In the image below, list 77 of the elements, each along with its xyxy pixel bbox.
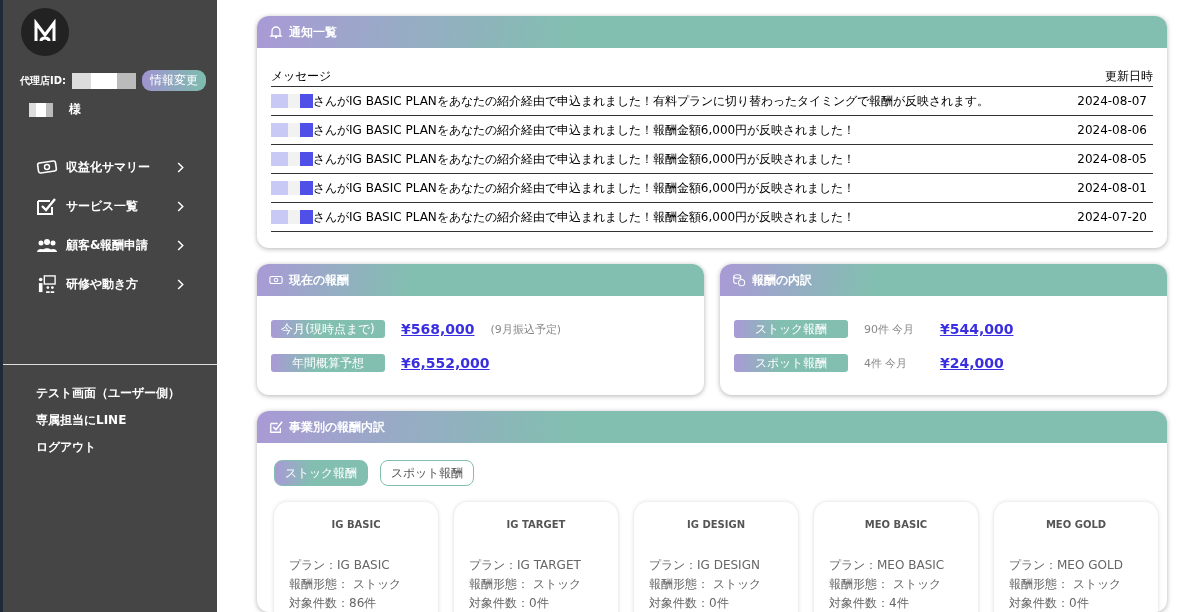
- notice-date: 2024-08-07: [1077, 94, 1147, 108]
- notice-date: 2024-08-05: [1077, 152, 1147, 166]
- card-title: 報酬の内訳: [752, 271, 812, 289]
- people-icon: [36, 236, 58, 254]
- plan-detail: プラン：MEO GOLD: [1009, 557, 1124, 574]
- column-header: メッセージ: [271, 68, 331, 85]
- banknote-icon: [269, 273, 283, 287]
- plan-name: MEO BASIC: [864, 519, 928, 530]
- plan-detail: プラン：IG DESIGN: [649, 557, 761, 574]
- card-title: 事業別の報酬内訳: [289, 418, 385, 436]
- amount-link[interactable]: ¥568,000: [401, 321, 475, 337]
- plan-detail: 対象件数：0件: [469, 595, 550, 612]
- redacted-mosaic: [271, 152, 313, 166]
- plan-detail: 対象件数：0件: [1009, 595, 1090, 612]
- redacted-mosaic: [29, 102, 53, 117]
- nav-item[interactable]: サービス一覧: [3, 195, 217, 217]
- checkbox-icon: [269, 420, 283, 434]
- notice-message: さんがIG BASIC PLANをあなたの紹介経由で申込まれました！報酬金額6,000円が反映されました！: [313, 150, 857, 168]
- reward-label: ストック報酬: [734, 320, 848, 338]
- chevron-right-icon: [176, 239, 184, 251]
- banknote-icon: [36, 158, 58, 176]
- chevron-right-icon: [176, 200, 184, 212]
- card-title: 通知一覧: [289, 23, 337, 41]
- notice-message: さんがIG BASIC PLANをあなたの紹介経由で申込まれました！報酬金額6,000円が反映されました！: [313, 179, 857, 197]
- sidebar-link[interactable]: 専属担当にLINE: [36, 412, 217, 429]
- plan-name: IG BASIC: [331, 519, 381, 530]
- amount-link[interactable]: ¥544,000: [940, 321, 1014, 337]
- plan-detail: 報酬形態： ストック: [289, 576, 402, 593]
- reward-tab[interactable]: スポット報酬: [380, 460, 474, 486]
- bell-icon: [269, 25, 283, 39]
- redacted-mosaic: [271, 123, 313, 137]
- honorific: 様: [69, 101, 81, 118]
- plan-detail: 対象件数：4件: [829, 595, 910, 612]
- sidebar-link[interactable]: ログアウト: [36, 439, 217, 456]
- nav-item[interactable]: 収益化サマリー: [3, 156, 217, 178]
- plan-detail: 対象件数：86件: [289, 595, 378, 612]
- amount-note: (9月振込予定): [490, 321, 562, 337]
- coins-icon: [732, 273, 746, 287]
- count-note: 4件 今月: [864, 355, 909, 371]
- agency-id-label: 代理店ID:: [20, 73, 67, 88]
- plan-detail: プラン：MEO BASIC: [829, 557, 946, 574]
- plan-detail: 報酬形態： ストック: [1009, 576, 1122, 593]
- plan-name: IG TARGET: [506, 519, 566, 530]
- plan-detail: プラン：IG TARGET: [469, 557, 582, 574]
- redacted-mosaic: [271, 181, 313, 195]
- plan-detail: 報酬形態： ストック: [649, 576, 762, 593]
- redacted-mosaic: [271, 210, 313, 224]
- notice-date: 2024-07-20: [1077, 210, 1147, 224]
- chevron-right-icon: [176, 278, 184, 290]
- redacted-mosaic: [271, 94, 313, 108]
- nav-item[interactable]: 研修や動き方: [3, 273, 217, 295]
- checkbox-icon: [36, 197, 58, 215]
- amount-link[interactable]: ¥24,000: [940, 355, 1004, 371]
- plan-detail: 報酬形態： ストック: [829, 576, 942, 593]
- notice-message: さんがIG BASIC PLANをあなたの紹介経由で申込まれました！有料プランに切り替わったタイミングで報酬が反映されます。: [313, 92, 990, 110]
- column-header: 更新日時: [1105, 68, 1153, 85]
- notice-message: さんがIG BASIC PLANをあなたの紹介経由で申込まれました！報酬金額6,000円が反映されました！: [313, 121, 857, 139]
- notice-message: さんがIG BASIC PLANをあなたの紹介経由で申込まれました！報酬金額6,000円が反映されました！: [313, 208, 857, 226]
- redacted-mosaic: [72, 72, 137, 89]
- notice-date: 2024-08-01: [1077, 181, 1147, 195]
- plan-detail: プラン：IG BASIC: [289, 557, 391, 574]
- plan-detail: 対象件数：0件: [649, 595, 730, 612]
- amount-link[interactable]: ¥6,552,000: [401, 355, 490, 371]
- reward-label: スポット報酬: [734, 354, 848, 372]
- plan-detail: 報酬形態： ストック: [469, 576, 582, 593]
- count-note: 90件 今月: [864, 321, 916, 337]
- plan-name: MEO GOLD: [1045, 519, 1107, 530]
- teacher-icon: [36, 275, 58, 293]
- reward-label: 今月(現時点まで): [271, 320, 385, 338]
- logo-icon: [21, 8, 69, 56]
- notice-date: 2024-08-06: [1077, 123, 1147, 137]
- sidebar-link[interactable]: テスト画面（ユーザー側）: [36, 385, 217, 402]
- chevron-right-icon: [176, 161, 184, 173]
- card-title: 現在の報酬: [289, 271, 349, 289]
- nav-item[interactable]: 顧客&報酬申請: [3, 234, 217, 256]
- plan-name: IG DESIGN: [686, 519, 745, 530]
- reward-label: 年間概算予想: [271, 354, 385, 372]
